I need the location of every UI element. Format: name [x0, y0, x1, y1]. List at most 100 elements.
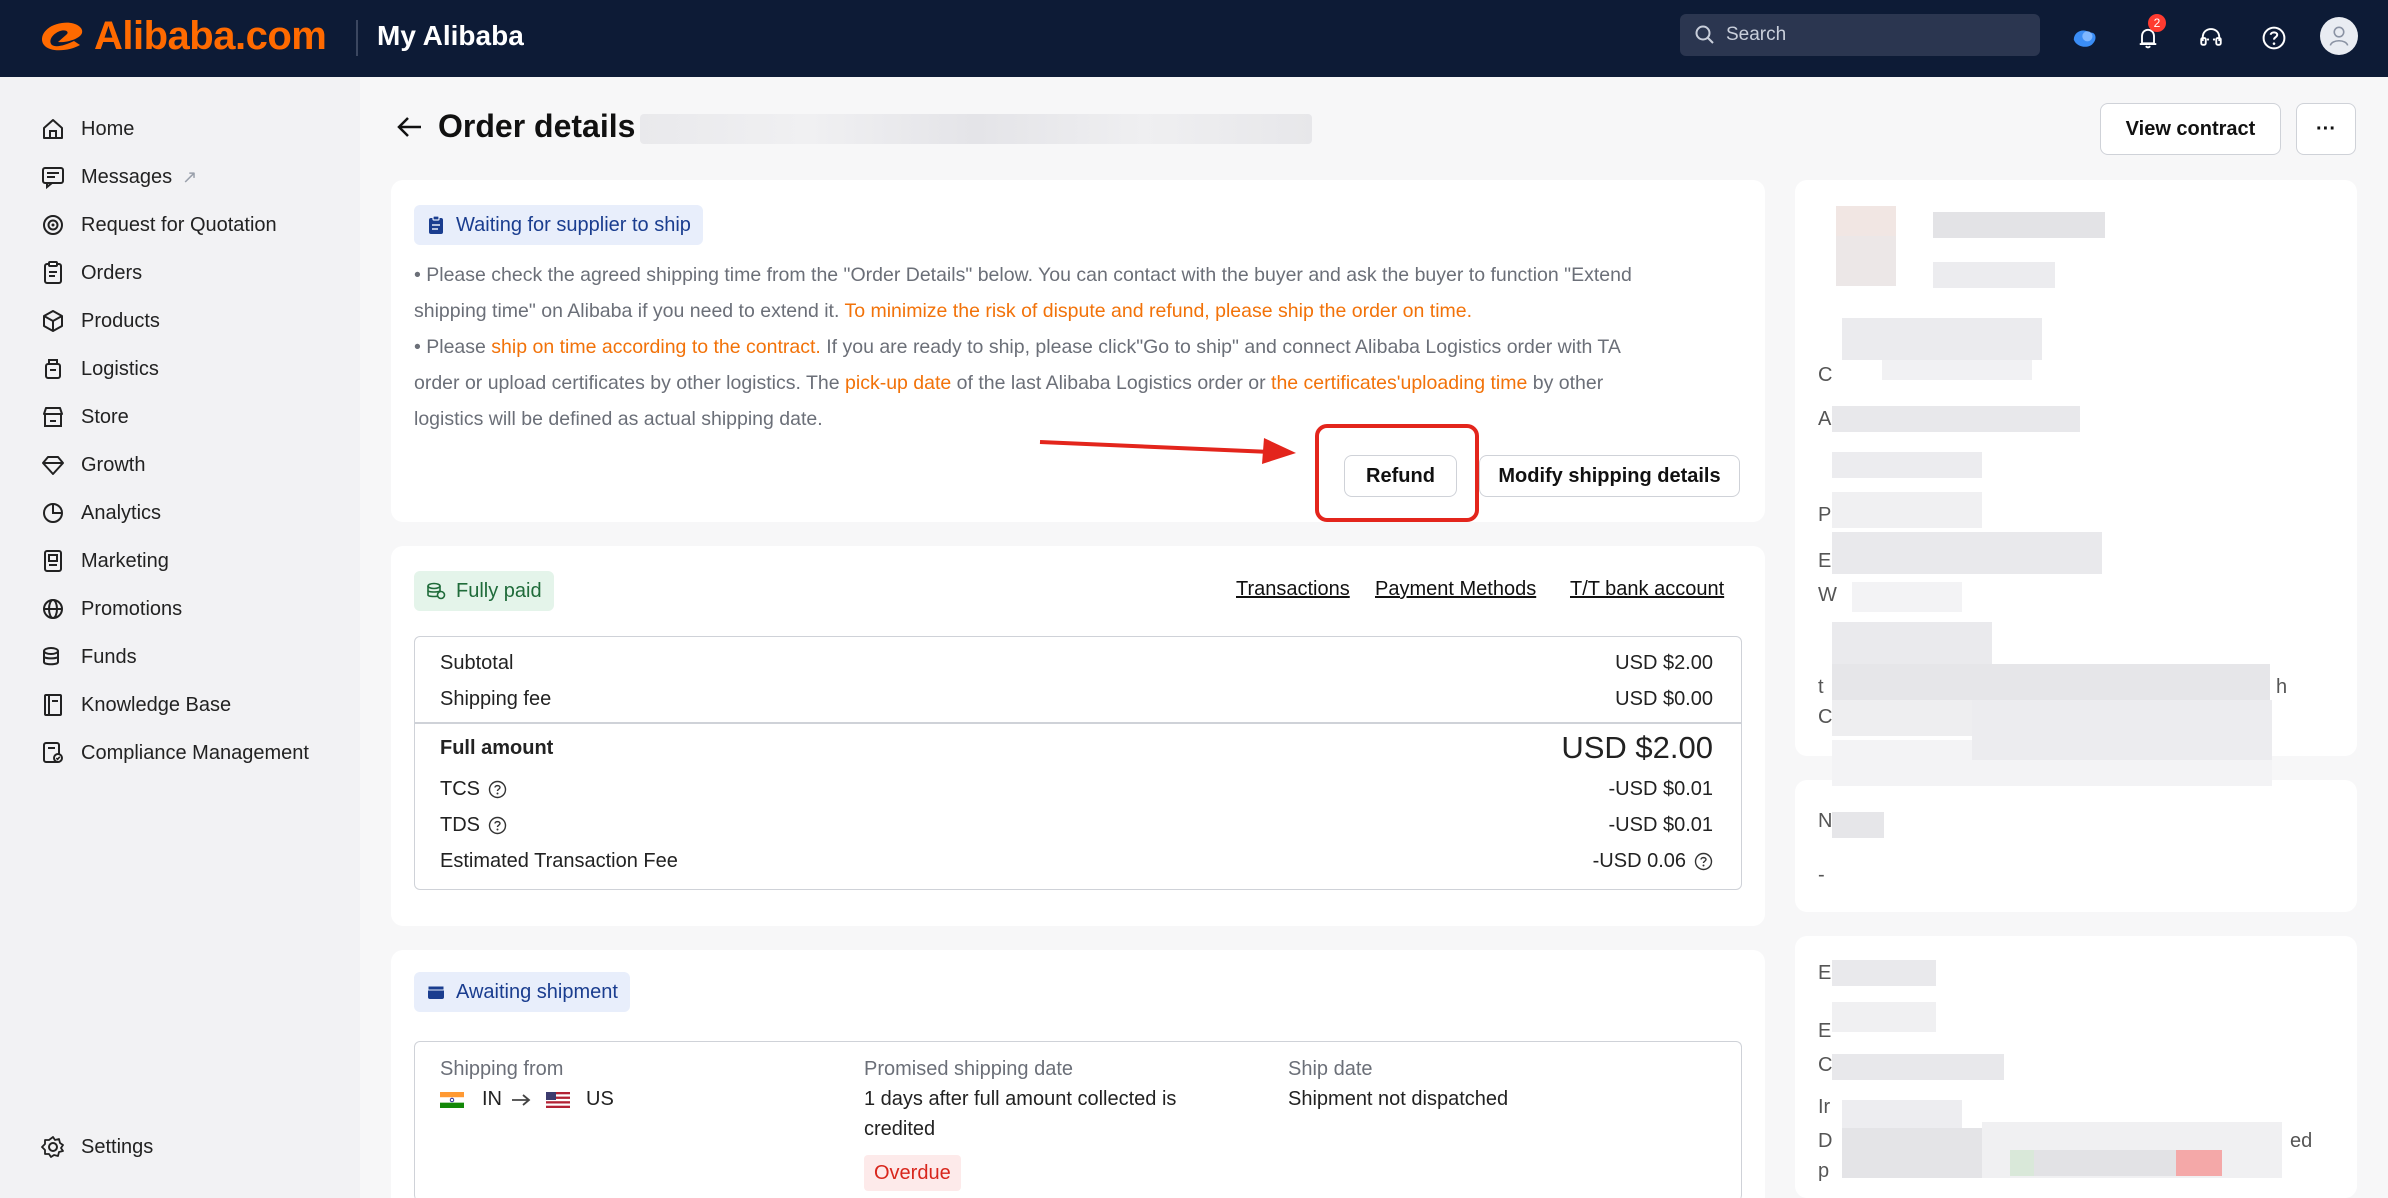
notice-text: • Please [414, 336, 492, 358]
user-icon [2329, 26, 2349, 46]
sidebar-item-marketing[interactable]: Marketing [40, 543, 169, 579]
sidebar-item-analytics[interactable]: Analytics [40, 495, 161, 531]
redacted-block [1832, 1002, 1936, 1032]
section-title[interactable]: My Alibaba [377, 20, 524, 52]
help-icon[interactable] [2254, 18, 2294, 58]
partial-redacted-text: ed [2290, 1130, 2313, 1152]
headset-support-icon[interactable] [2191, 18, 2231, 58]
annotation-arrow [1039, 438, 1296, 464]
partial-redacted-text: E [1818, 550, 1832, 572]
tcs-row: TCS [440, 778, 507, 801]
sidebar-item-funds[interactable]: Funds [40, 639, 137, 675]
destination-country: US [586, 1088, 614, 1110]
sidebar-item-messages[interactable]: Messages ↗ [40, 159, 197, 195]
book-icon [44, 694, 62, 716]
shipment-tag: Awaiting shipment [414, 972, 630, 1012]
notification-bell-icon[interactable]: 2 [2128, 14, 2168, 58]
redacted-block [1832, 452, 1982, 478]
tt-bank-account-link[interactable]: T/T bank account [1570, 578, 1724, 601]
transactions-link[interactable]: Transactions [1236, 578, 1350, 601]
sidebar-item-products[interactable]: Products [40, 303, 160, 339]
payment-tag-label: Fully paid [456, 579, 542, 602]
redacted-block [2176, 1150, 2222, 1176]
ship-date-value: Shipment not dispatched [1288, 1088, 1509, 1110]
sidebar-item-settings[interactable]: Settings [40, 1129, 153, 1165]
sidebar-item-growth[interactable]: Growth [40, 447, 145, 483]
info-question-icon[interactable] [1694, 852, 1713, 871]
store-icon [43, 407, 63, 427]
sidebar-item-orders[interactable]: Orders [40, 255, 142, 291]
truck-icon [45, 359, 61, 379]
alibaba-logo[interactable]: Alibaba.com [36, 14, 327, 59]
message-icon [42, 167, 64, 190]
arrow-right-icon [512, 1093, 531, 1106]
view-contract-button[interactable]: View contract [2100, 103, 2281, 155]
redacted-block [1832, 664, 2270, 700]
overdue-badge: Overdue [864, 1155, 961, 1191]
redacted-block [1832, 1054, 2004, 1080]
notice-text: by other [1527, 372, 1604, 394]
notice-line-1: • Please check the agreed shipping time … [414, 257, 1632, 293]
partial-redacted-text: h [2276, 676, 2288, 698]
shipping-fee-label: Shipping fee [440, 688, 552, 710]
sidebar-item-label: Request for Quotation [81, 213, 277, 236]
partial-redacted-text: E [1818, 1020, 1832, 1042]
partial-redacted-text: p [1818, 1160, 1830, 1182]
sidebar-item-compliance-management[interactable]: Compliance Management [40, 735, 309, 771]
redacted-block [1933, 212, 2105, 238]
sidebar-item-store[interactable]: Store [40, 399, 129, 435]
search-input[interactable] [1726, 24, 2026, 46]
redacted-block [1933, 262, 2055, 288]
shipping-from-label: Shipping from [440, 1058, 564, 1080]
redacted-block [1832, 532, 2102, 574]
full-amount-value: USD $2.00 [1561, 730, 1713, 765]
redacted-block [1842, 1128, 1982, 1178]
coins-icon [43, 647, 59, 666]
partial-redacted-text: - [1818, 864, 1825, 886]
partial-redacted-text: E [1818, 962, 1832, 984]
sidebar-item-request-for-quotation[interactable]: Request for Quotation [40, 207, 277, 243]
shipping-fee-value: USD $0.00 [1615, 688, 1713, 710]
back-arrow-icon[interactable] [395, 112, 425, 142]
redacted-block [1832, 622, 1992, 664]
sidebar-item-home[interactable]: Home [40, 111, 134, 147]
redacted-block [1832, 492, 1982, 528]
info-question-icon[interactable] [488, 780, 507, 799]
sidebar-item-knowledge-base[interactable]: Knowledge Base [40, 687, 231, 723]
india-flag-icon [440, 1091, 464, 1108]
top-bar: Alibaba.com My Alibaba 2 [0, 0, 2388, 77]
coins-icon [427, 582, 446, 600]
promised-date-label: Promised shipping date [864, 1058, 1074, 1080]
status-tag-label: Waiting for supplier to ship [456, 213, 691, 236]
redacted-block [1842, 1100, 1962, 1130]
sidebar-item-label: Products [81, 309, 160, 332]
sidebar-item-label: Settings [81, 1135, 154, 1158]
sidebar-item-logistics[interactable]: Logistics [40, 351, 159, 387]
partial-redacted-text: N [1818, 810, 1833, 832]
redacted-order-id [640, 114, 1312, 144]
tds-value: -USD $0.01 [1608, 814, 1714, 836]
sidebar-item-promotions[interactable]: Promotions [40, 591, 182, 627]
partial-redacted-text: C [1818, 364, 1833, 386]
search-icon [1695, 25, 1714, 44]
partial-redacted-text: Ir [1818, 1096, 1831, 1118]
tds-row: TDS [440, 814, 507, 837]
info-question-icon[interactable] [488, 816, 507, 835]
notice-text: logistics will be defined as actual ship… [414, 408, 823, 430]
sidebar-item-label: Messages [81, 165, 173, 188]
redacted-block [2010, 1150, 2034, 1176]
redacted-block [1882, 360, 2032, 380]
annotation-highlight-box [1315, 424, 1479, 522]
shipping-route: IN US [440, 1088, 614, 1111]
modify-shipping-button[interactable]: Modify shipping details [1479, 455, 1740, 497]
pie-chart-icon [43, 503, 63, 523]
search-box[interactable] [1680, 14, 2040, 56]
more-options-button[interactable]: ··· [2296, 103, 2356, 155]
notice-line-4: order or upload certificates by other lo… [414, 365, 1603, 401]
ai-assistant-icon[interactable] [2064, 18, 2104, 58]
tcs-value: -USD $0.01 [1608, 778, 1714, 800]
payment-methods-link[interactable]: Payment Methods [1375, 578, 1536, 601]
payment-tag: Fully paid [414, 571, 554, 611]
package-icon [427, 985, 445, 999]
avatar[interactable] [2320, 17, 2358, 55]
